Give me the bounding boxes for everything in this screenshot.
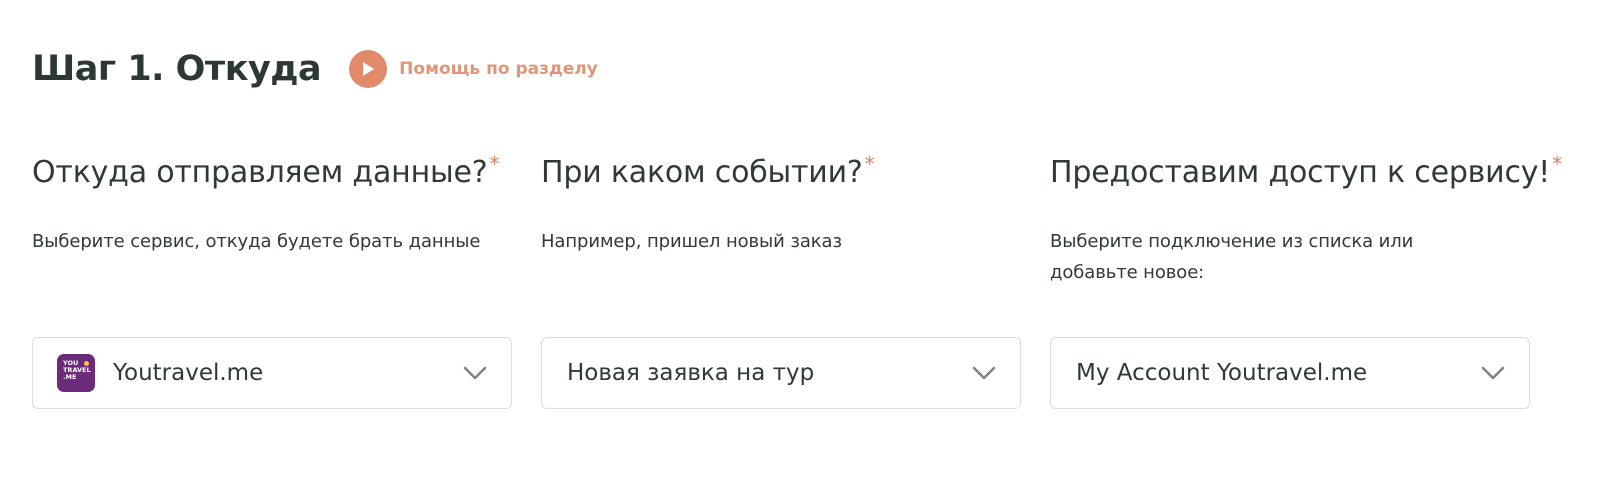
service-access-column: Предоставим доступ к сервису! * Выберите … [1050, 150, 1562, 409]
step-title: Шаг 1. Откуда [32, 49, 322, 89]
required-mark: * [864, 152, 875, 176]
youtravel-logo-icon: YOU TRAVEL .ME [57, 354, 95, 392]
question-title: При каком событии? * [541, 152, 875, 190]
help-label[interactable]: Помощь по разделу [399, 59, 598, 79]
question-description: Выберите подключение из списка или добав… [1050, 231, 1414, 283]
chevron-down-icon[interactable] [463, 364, 487, 382]
question-title: Откуда отправляем данные? * [32, 152, 500, 190]
help-link[interactable]: Помощь по разделу [349, 50, 598, 88]
play-icon[interactable] [349, 50, 388, 88]
integration-step-panel: Шаг 1. Откуда Помощь по разделу Откуда о… [0, 0, 1600, 486]
chevron-down-icon[interactable] [972, 364, 996, 382]
chevron-down-icon[interactable] [1481, 364, 1505, 382]
question-title: Предоставим доступ к сервису! * [1050, 152, 1562, 190]
required-mark: * [1552, 152, 1562, 176]
source-service-select[interactable]: YOU TRAVEL .ME Youtravel.me [32, 337, 512, 409]
required-mark: * [489, 152, 500, 176]
select-value: Новая заявка на тур [567, 360, 815, 386]
question-description: Например, пришел новый заказ [541, 231, 842, 252]
source-service-column: Откуда отправляем данные? * Выберите серв… [32, 150, 514, 409]
account-connection-select[interactable]: My Account Youtravel.me [1050, 337, 1530, 409]
question-description: Выберите сервис, откуда будете брать дан… [32, 231, 481, 252]
select-value: My Account Youtravel.me [1076, 360, 1368, 386]
select-value: Youtravel.me [113, 360, 264, 386]
trigger-event-select[interactable]: Новая заявка на тур [541, 337, 1021, 409]
step-header: Шаг 1. Откуда Помощь по разделу [32, 44, 598, 94]
trigger-event-column: При каком событии? * Например, пришел нов… [541, 150, 1023, 409]
